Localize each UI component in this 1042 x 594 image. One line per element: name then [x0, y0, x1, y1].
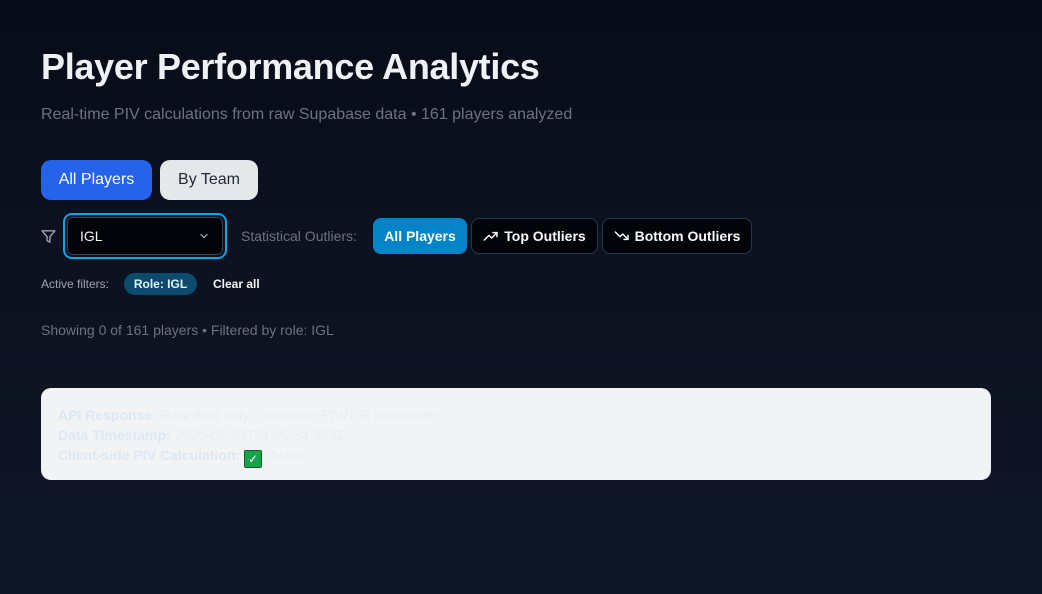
role-filter-chip[interactable]: Role: IGL: [124, 273, 197, 295]
role-select-focus-ring: IGL: [63, 213, 227, 259]
piv-calculation-label: Client-side PIV Calculation:: [58, 447, 241, 463]
by-team-view-button[interactable]: By Team: [160, 160, 258, 200]
debug-info-card: API Response: Raw data only - calculate …: [41, 388, 991, 480]
bottom-outliers-label: Bottom Outliers: [634, 228, 741, 244]
role-select-value: IGL: [80, 228, 103, 244]
data-timestamp-label: Data Timestamp:: [58, 427, 171, 443]
check-mark-icon: ✓: [244, 450, 263, 468]
bottom-outliers-button[interactable]: Bottom Outliers: [602, 218, 752, 254]
piv-calculation-value: Active: [266, 447, 308, 463]
outliers-all-players-label: All Players: [384, 228, 456, 244]
trending-down-icon: [614, 231, 629, 241]
api-response-value: Raw data only - calculate PIV/TIR client…: [156, 407, 437, 423]
top-outliers-button[interactable]: Top Outliers: [471, 218, 598, 254]
trending-up-icon: [483, 231, 499, 241]
chevron-down-icon: [200, 233, 208, 239]
api-response-row: API Response: Raw data only - calculate …: [58, 405, 974, 425]
role-select[interactable]: IGL: [67, 217, 223, 255]
active-filters-label: Active filters:: [41, 277, 110, 291]
top-outliers-label: Top Outliers: [504, 228, 586, 244]
all-players-view-button[interactable]: All Players: [41, 160, 152, 200]
data-timestamp-value: 2025-05-30T21:09:34.329Z: [170, 427, 345, 443]
results-count-text: Showing 0 of 161 players • Filtered by r…: [41, 322, 334, 338]
page-title: Player Performance Analytics: [41, 46, 540, 87]
piv-calculation-row: Client-side PIV Calculation: ✓ Active: [58, 445, 974, 468]
filter-icon: [41, 230, 56, 243]
data-timestamp-row: Data Timestamp: 2025-05-30T21:09:34.329Z: [58, 425, 974, 445]
clear-all-filters-link[interactable]: Clear all: [213, 277, 260, 291]
page-subtitle: Real-time PIV calculations from raw Supa…: [41, 106, 573, 123]
outliers-all-players-button[interactable]: All Players: [373, 218, 467, 254]
statistical-outliers-label: Statistical Outliers:: [241, 228, 357, 244]
api-response-label: API Response:: [58, 407, 157, 423]
